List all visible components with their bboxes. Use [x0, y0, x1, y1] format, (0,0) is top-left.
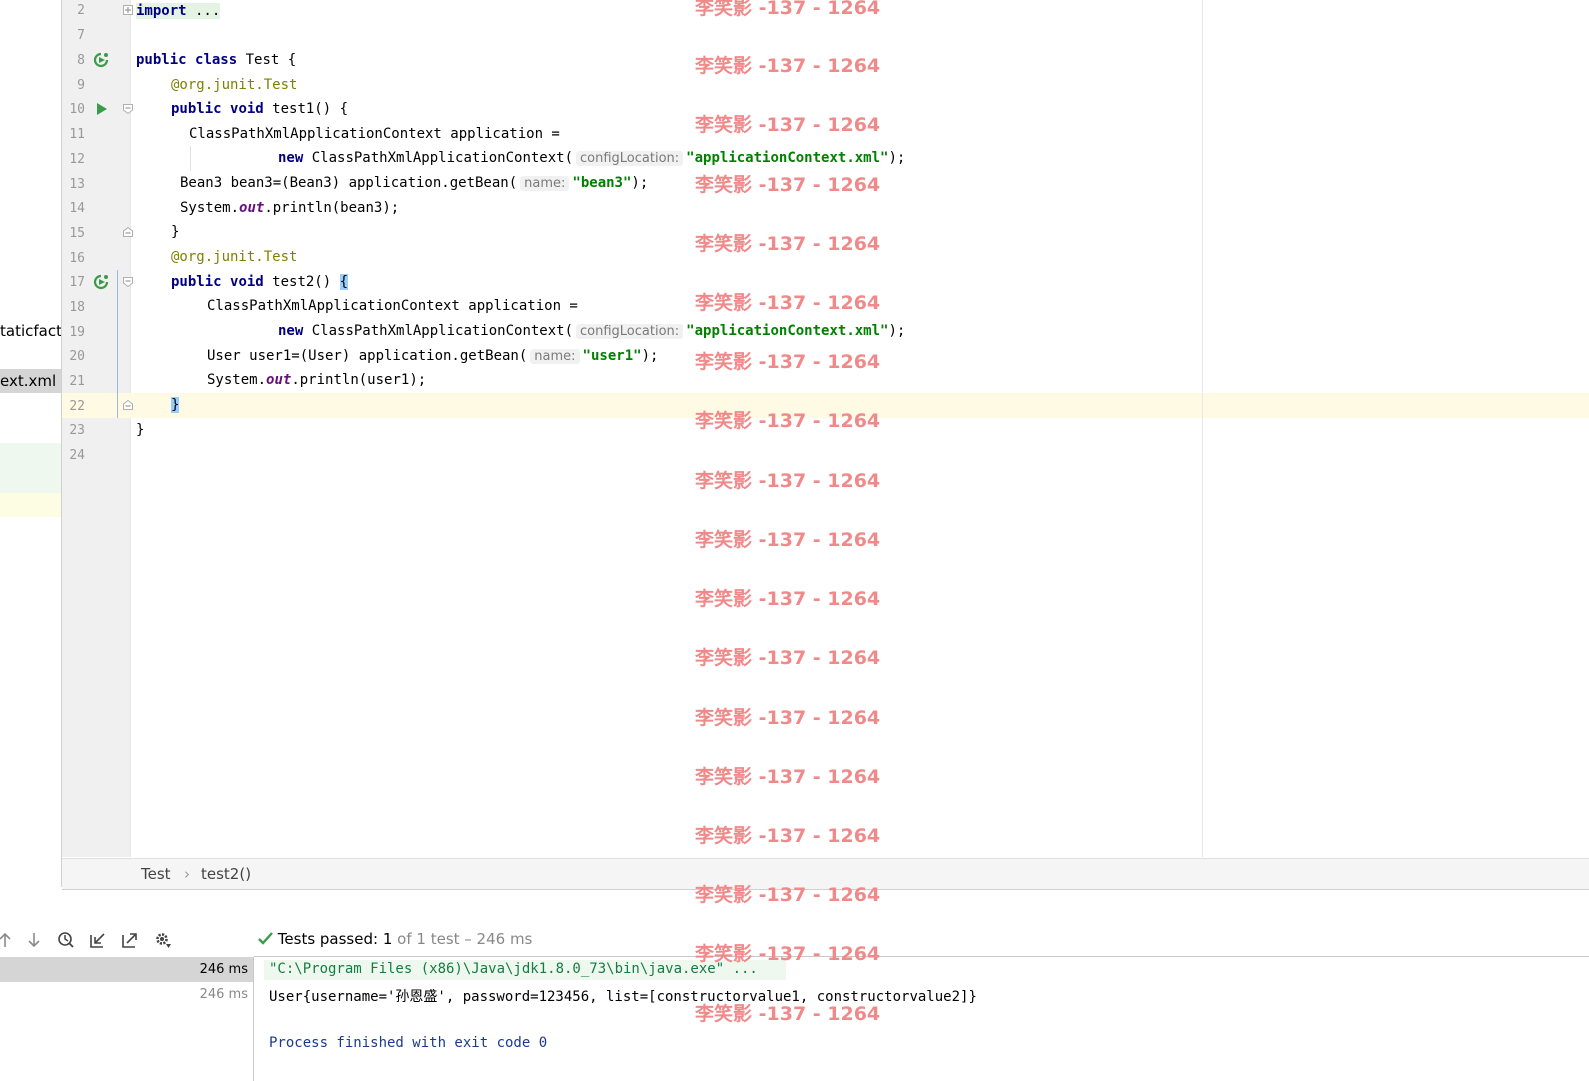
line-number: 7 — [77, 28, 85, 43]
code-line-11[interactable]: ClassPathXmlApplicationContext applicati… — [189, 124, 560, 144]
code-line-9[interactable]: @org.junit.Test — [171, 75, 297, 95]
watermark-text: 李笑影 -137 - 1264 — [695, 766, 881, 788]
fold-collapse-icon[interactable] — [123, 104, 133, 114]
gear-icon[interactable] — [154, 931, 172, 949]
watermark-text: 李笑影 -137 - 1264 — [695, 884, 881, 906]
code-line-12[interactable]: new ClassPathXmlApplicationContext(confi… — [278, 148, 905, 169]
project-item-xml[interactable]: ext.xml — [0, 372, 56, 390]
line-number: 11 — [69, 127, 85, 142]
watermark-text: 李笑影 -137 - 1264 — [695, 943, 881, 965]
code-line-23[interactable]: } — [136, 420, 144, 440]
test-duration: 246 ms — [199, 987, 248, 1002]
line-number: 16 — [69, 251, 85, 266]
line-number: 17 — [69, 275, 85, 290]
code-line-8[interactable]: public class Test { — [136, 50, 296, 70]
test-results-tree: 246 ms 246 ms — [0, 957, 254, 1081]
test-history-icon[interactable] — [57, 931, 75, 949]
line-number: 10 — [69, 102, 85, 117]
line-number: 2 — [77, 3, 85, 18]
project-tree-highlight — [0, 443, 61, 493]
import-tests-icon[interactable] — [89, 931, 107, 949]
line-number: 20 — [69, 349, 85, 364]
parameter-hint: configLocation: — [576, 324, 684, 339]
line-number: 22 — [69, 399, 85, 414]
run-rerun-test-icon[interactable] — [93, 274, 109, 290]
parameter-hint: configLocation: — [576, 151, 684, 166]
parameter-hint: name: — [530, 349, 580, 364]
fold-end-icon[interactable] — [123, 400, 133, 410]
watermark-text: 李笑影 -137 - 1264 — [695, 233, 881, 255]
code-line-10[interactable]: public void test1() { — [171, 99, 348, 119]
project-tree-highlight-yellow — [0, 493, 61, 517]
console-border — [254, 956, 1589, 957]
parameter-hint: name: — [520, 176, 570, 191]
matched-brace: { — [339, 274, 349, 290]
line-number: 8 — [77, 53, 85, 68]
watermark-text: 李笑影 -137 - 1264 — [695, 470, 881, 492]
watermark-text: 李笑影 -137 - 1264 — [695, 292, 881, 314]
console-exit-line: Process finished with exit code 0 — [269, 1035, 548, 1051]
method-scope-guide — [117, 270, 118, 418]
arrow-down-icon[interactable] — [25, 931, 43, 949]
watermark-text: 李笑影 -137 - 1264 — [695, 114, 881, 136]
watermark-text: 李笑影 -137 - 1264 — [695, 0, 881, 19]
line-number: 19 — [69, 325, 85, 340]
status-detail: of 1 test – 246 ms — [397, 930, 533, 948]
code-line-20[interactable]: User user1=(User) application.getBean(na… — [207, 346, 658, 367]
breadcrumb-method[interactable]: test2() — [201, 865, 251, 883]
watermark-text: 李笑影 -137 - 1264 — [695, 647, 881, 669]
line-number: 24 — [69, 448, 85, 463]
status-label: Tests passed: — [277, 930, 379, 948]
line-number: 21 — [69, 374, 85, 389]
watermark-text: 李笑影 -137 - 1264 — [695, 174, 881, 196]
test-status: Tests passed: 1 of 1 test – 246 ms — [258, 930, 532, 948]
status-count: 1 — [382, 930, 393, 948]
console-command-line[interactable]: "C:\Program Files (x86)\Java\jdk1.8.0_73… — [269, 961, 758, 977]
watermark-text: 李笑影 -137 - 1264 — [695, 588, 881, 610]
code-line-13[interactable]: Bean3 bean3=(Bean3) application.getBean(… — [180, 173, 648, 194]
test-duration: 246 ms — [199, 962, 248, 977]
watermark-text: 李笑影 -137 - 1264 — [695, 825, 881, 847]
indent-guide — [190, 146, 191, 171]
watermark-text: 李笑影 -137 - 1264 — [695, 55, 881, 77]
code-line-18[interactable]: ClassPathXmlApplicationContext applicati… — [207, 296, 578, 316]
code-line-16[interactable]: @org.junit.Test — [171, 247, 297, 267]
arrow-up-icon[interactable] — [0, 931, 14, 949]
code-line-15[interactable]: } — [171, 222, 179, 242]
watermark-text: 李笑影 -137 - 1264 — [695, 529, 881, 551]
fold-end-icon[interactable] — [123, 227, 133, 237]
code-line-17[interactable]: public void test2() { — [171, 272, 349, 292]
line-number: 9 — [77, 78, 85, 93]
run-test-icon[interactable] — [93, 101, 109, 117]
watermark-text: 李笑影 -137 - 1264 — [695, 1003, 881, 1025]
code-line-14[interactable]: System.out.println(bean3); — [180, 198, 399, 218]
project-panel-fragment: taticfacto ext.xml — [0, 0, 62, 887]
watermark-text: 李笑影 -137 - 1264 — [695, 410, 881, 432]
right-margin-guide — [1202, 0, 1203, 857]
export-tests-icon[interactable] — [121, 931, 139, 949]
fold-collapse-icon[interactable] — [123, 277, 133, 287]
line-number: 18 — [69, 300, 85, 315]
line-number: 15 — [69, 226, 85, 241]
line-number: 23 — [69, 423, 85, 438]
code-line-2[interactable]: import ... — [136, 1, 221, 21]
line-number: 12 — [69, 152, 85, 167]
code-line-22[interactable]: } — [171, 395, 180, 415]
line-number: 13 — [69, 177, 85, 192]
code-line-19[interactable]: new ClassPathXmlApplicationContext(confi… — [278, 321, 905, 342]
project-item-staticfactory[interactable]: taticfacto — [0, 322, 61, 340]
watermark-text: 李笑影 -137 - 1264 — [695, 707, 881, 729]
watermark-text: 李笑影 -137 - 1264 — [695, 351, 881, 373]
breadcrumb-class[interactable]: Test — [141, 865, 171, 883]
run-rerun-test-class-icon[interactable] — [93, 52, 109, 68]
line-number: 14 — [69, 201, 85, 216]
matched-brace: } — [171, 397, 180, 413]
checkmark-icon — [258, 932, 273, 945]
code-line-21[interactable]: System.out.println(user1); — [207, 370, 426, 390]
breadcrumb-separator: › — [184, 865, 190, 883]
fold-expand-icon[interactable] — [123, 5, 133, 15]
